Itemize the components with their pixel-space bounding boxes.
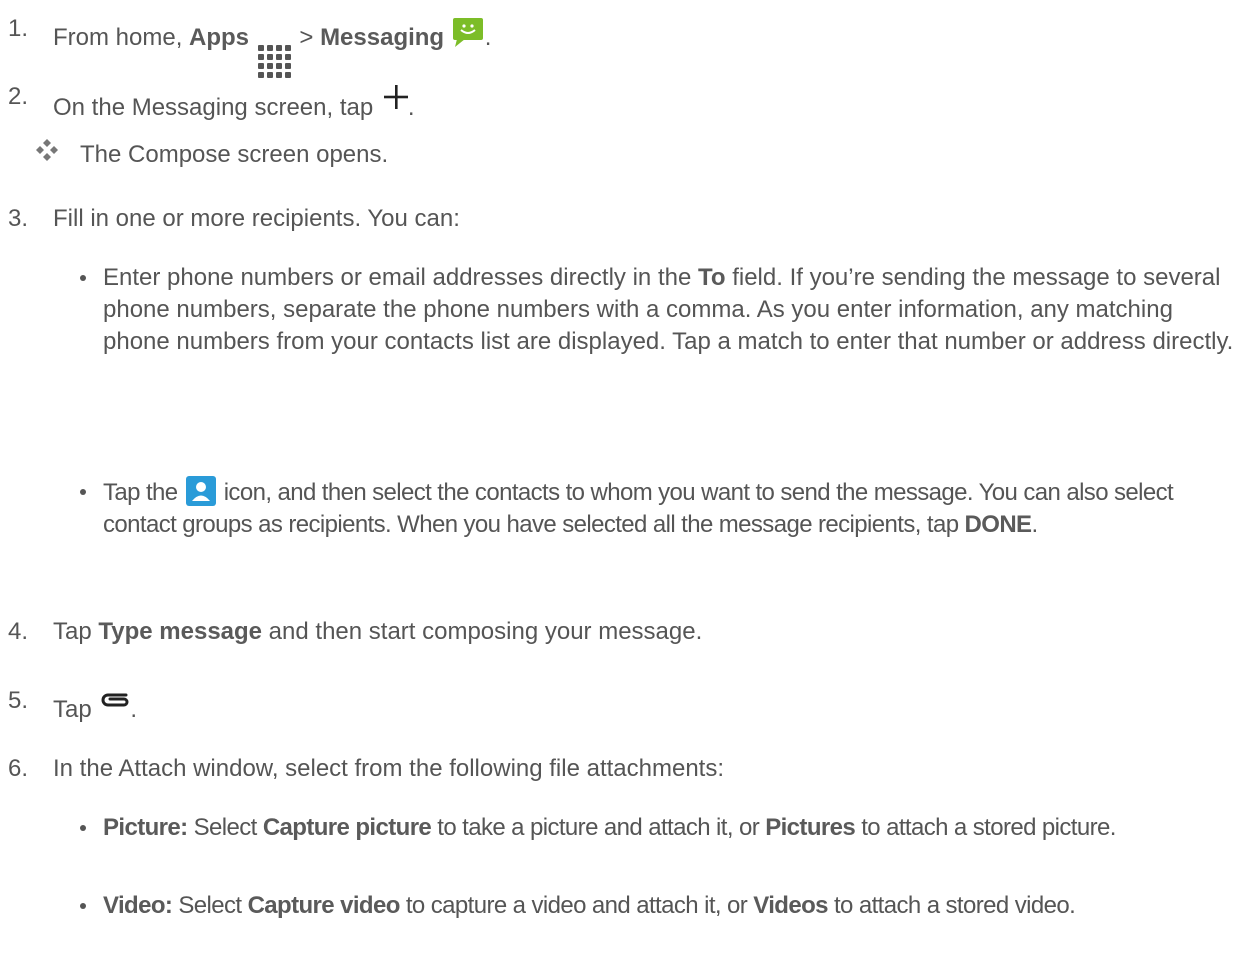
step-text: On the Messaging screen, tap [53, 94, 374, 121]
contacts-icon [185, 476, 216, 506]
step-number: 2. [8, 83, 29, 110]
step-number: 6. [8, 755, 29, 782]
bullet-dot [80, 903, 86, 909]
plus-icon [383, 85, 408, 109]
bullet-dot [80, 825, 86, 831]
step-number: 5. [8, 687, 29, 714]
bullet-enter-numbers: Enter phone numbers or email addresses d… [103, 264, 1234, 355]
step-number: 1. [8, 15, 29, 42]
type-message-label: Type message [98, 618, 263, 645]
paperclip-icon [101, 693, 129, 707]
bullet-dot [80, 489, 86, 495]
step-number: 4. [8, 618, 29, 645]
step-number: 3. [8, 205, 29, 232]
step-text: From home, [53, 24, 190, 51]
apps-label: Apps [189, 24, 250, 51]
diamond-bullet-icon [36, 139, 58, 161]
apps-grid-icon [257, 45, 291, 78]
step-text: Fill in one or more recipients. You can: [53, 205, 460, 232]
separator: > [292, 24, 321, 51]
step-text: In the Attach window, select from the fo… [53, 755, 725, 782]
bullet-picture: Picture: Select Capture picture to take … [103, 814, 1116, 841]
messaging-icon [452, 18, 483, 47]
bullet-dot [80, 275, 86, 281]
messaging-label: Messaging [320, 24, 445, 51]
bullet-video: Video: Select Capture video to capture a… [103, 892, 1076, 919]
bullet-tap-contacts: Tap the icon, and then select the contac… [103, 476, 1243, 541]
